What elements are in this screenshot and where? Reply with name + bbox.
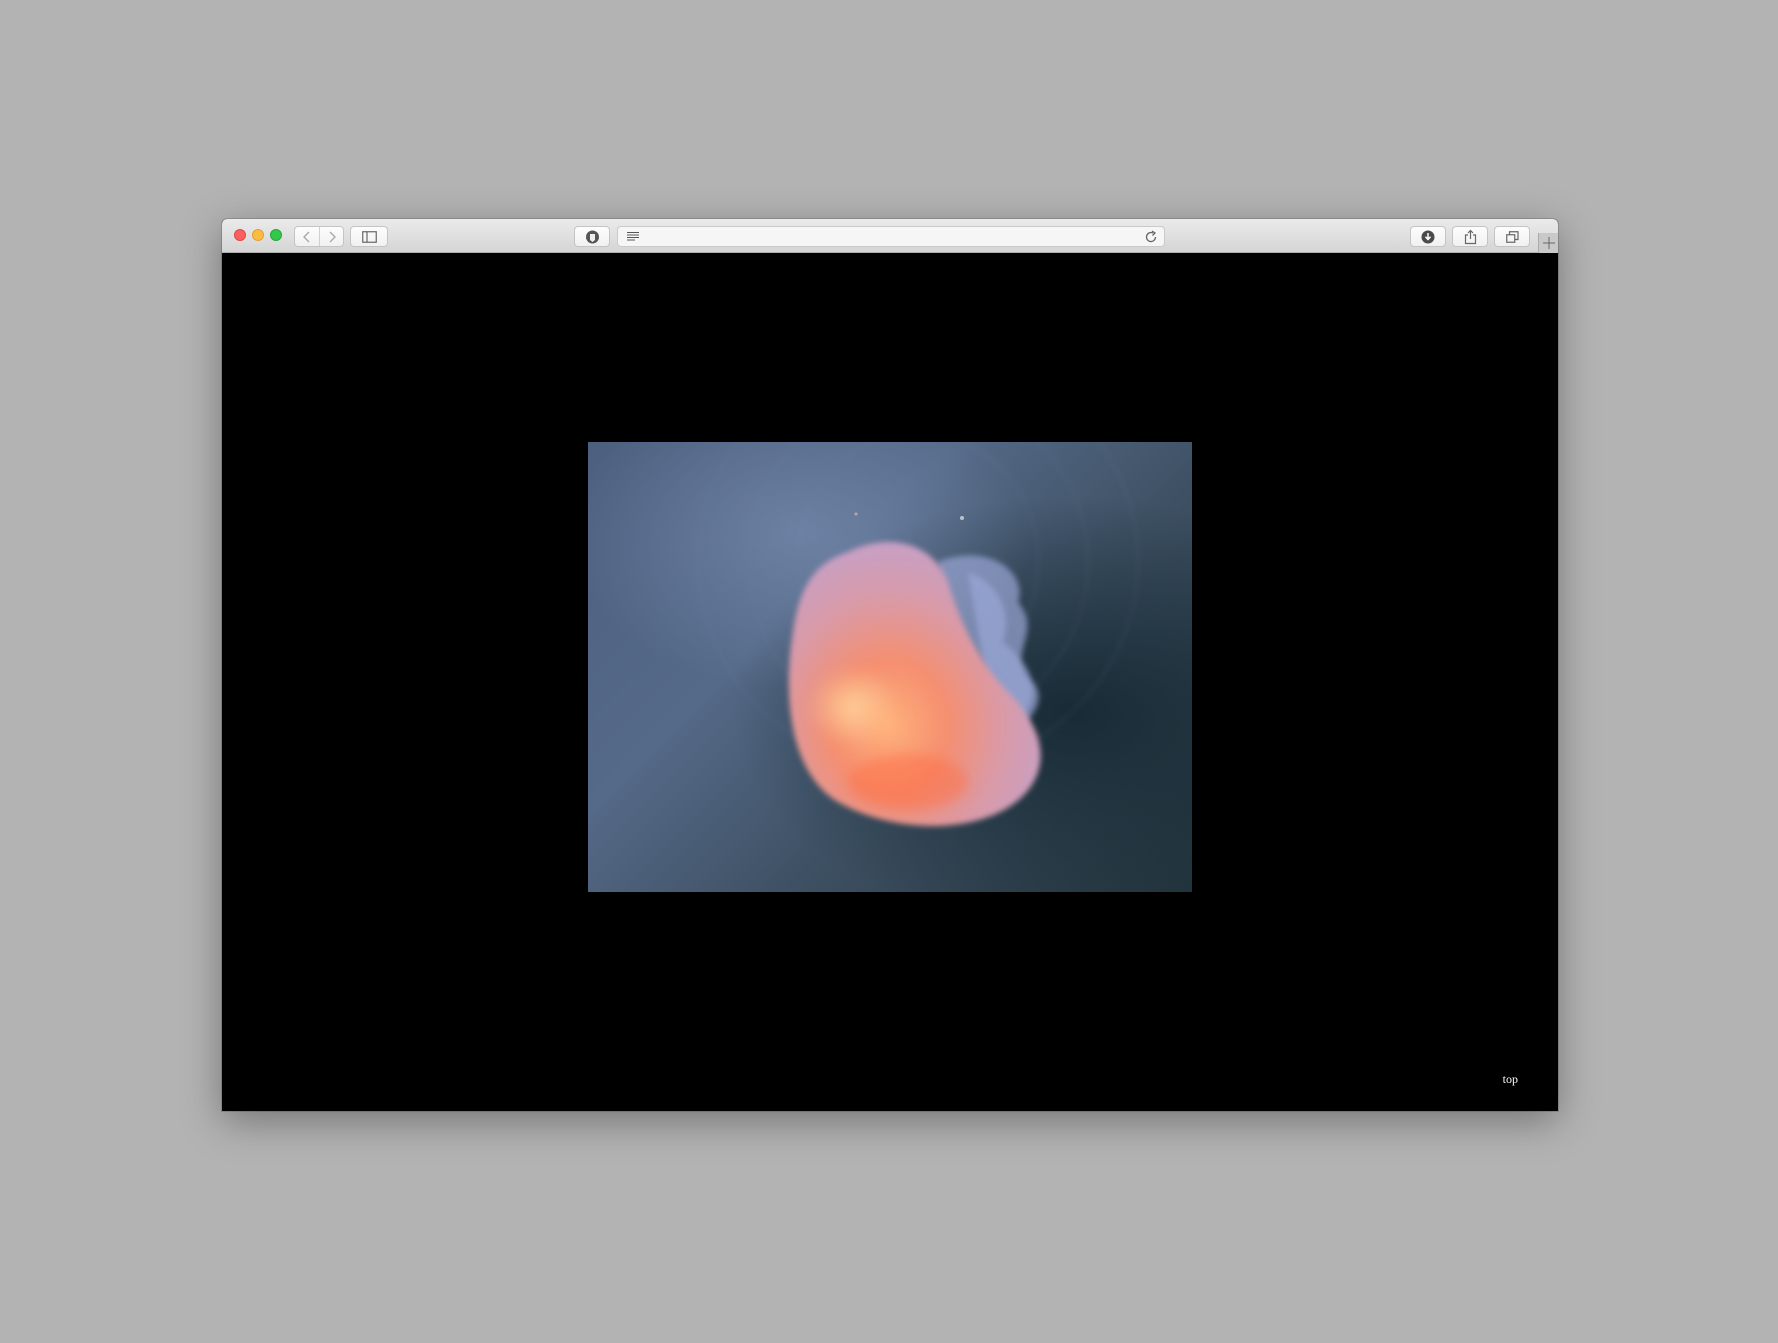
new-tab-button[interactable] <box>1538 233 1558 253</box>
tab-overview-button[interactable] <box>1494 226 1530 247</box>
address-bar[interactable] <box>617 226 1165 247</box>
reload-icon[interactable] <box>1145 230 1158 244</box>
share-icon <box>1464 229 1477 245</box>
sidebar-button[interactable] <box>350 226 388 247</box>
reader-icon[interactable] <box>626 231 640 242</box>
minimize-window-button[interactable] <box>252 229 264 241</box>
chevron-right-icon <box>329 231 336 243</box>
back-button[interactable] <box>295 227 319 246</box>
back-to-top-link[interactable]: top <box>1503 1072 1518 1087</box>
page-content: top <box>222 253 1558 1111</box>
back-forward-group <box>294 226 344 247</box>
downloads-button[interactable] <box>1410 226 1446 247</box>
jellyfish-image <box>697 442 1139 826</box>
forward-button[interactable] <box>318 227 344 246</box>
tab-overview-icon <box>1506 231 1519 243</box>
sidebar-icon <box>362 231 377 243</box>
jellyfish-photo <box>588 442 1192 892</box>
privacy-shield-icon <box>586 230 599 244</box>
share-button[interactable] <box>1452 226 1488 247</box>
browser-toolbar <box>222 219 1558 253</box>
download-icon <box>1421 230 1435 244</box>
maximize-window-button[interactable] <box>270 229 282 241</box>
close-window-button[interactable] <box>234 229 246 241</box>
privacy-button[interactable] <box>574 226 610 247</box>
plus-icon <box>1543 237 1555 249</box>
browser-window: top <box>222 219 1558 1111</box>
chevron-left-icon <box>303 231 310 243</box>
